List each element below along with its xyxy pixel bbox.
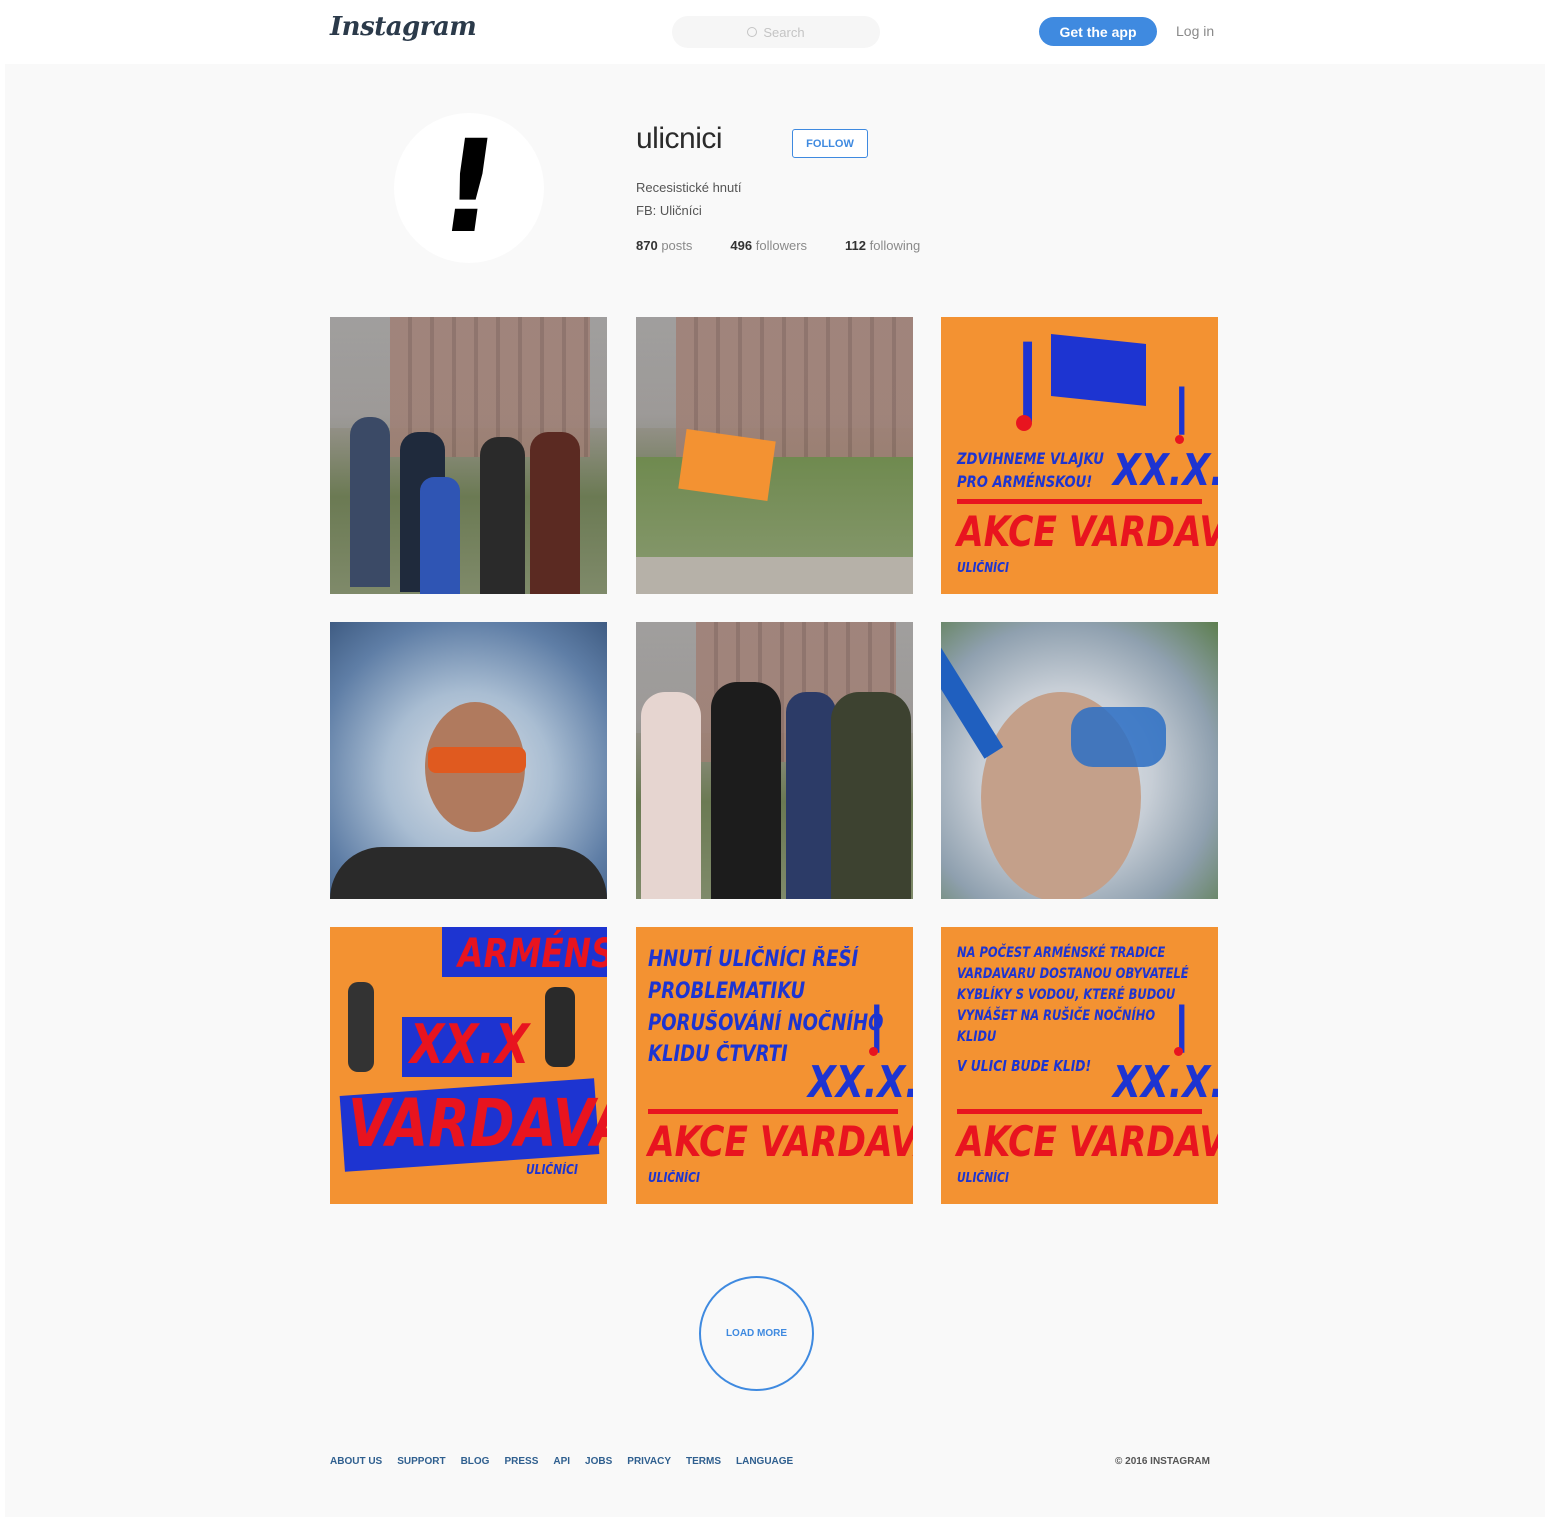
poster-text: KLIDU (957, 1029, 997, 1045)
profile-bio-line: FB: Uličníci (636, 203, 702, 218)
poster-brand: ULIČNÍCI (648, 1171, 700, 1186)
search-icon (747, 27, 758, 37)
exclamation-mark-logo: ! (429, 113, 509, 262)
footer-link-privacy[interactable]: PRIVACY (627, 1456, 671, 1467)
login-link[interactable]: Log in (1176, 23, 1214, 39)
exclamation-mark-icon: | (1013, 329, 1043, 422)
poster-text: VYNÁŠET NA RUŠIČE NOČNÍHO (957, 1008, 1156, 1024)
post-photo-flag-in-park[interactable] (636, 317, 913, 594)
poster-date: XX.X. (1113, 445, 1218, 496)
poster-text: PROBLEMATIKU (648, 979, 806, 1004)
instagram-logo[interactable]: Instagram (330, 12, 477, 42)
footer-link-terms[interactable]: TERMS (686, 1456, 721, 1467)
poster-date: XX.X (410, 1013, 530, 1076)
poster-text: KYBLÍKY S VODOU, KTERÉ BUDOU (957, 987, 1176, 1003)
post-poster-hnuti-ulicnici[interactable]: HNUTÍ ULIČNÍCI ŘEŠÍ PROBLEMATIKU PORUŠOV… (636, 927, 913, 1204)
footer-link-support[interactable]: SUPPORT (397, 1456, 445, 1467)
follow-button[interactable]: FOLLOW (792, 129, 868, 158)
poster-text: KLIDU ČTVRTI (648, 1042, 788, 1067)
posts-count: 870 posts (636, 238, 693, 253)
search-placeholder: Search (763, 24, 805, 40)
poster-text: V ULICI BUDE KLID! (957, 1057, 1092, 1075)
poster-brand: ULIČNÍCI (957, 561, 1009, 576)
poster-brand: ULIČNÍCI (526, 1163, 578, 1178)
post-poster-na-pocest-armenske-tradice[interactable]: NA POČEST ARMÉNSKÉ TRADICE VARDAVARU DOS… (941, 927, 1218, 1204)
poster-text: ARMÉNSKÁ (458, 931, 607, 977)
poster-date: XX.X. (808, 1057, 913, 1108)
post-poster-vardavar-flag[interactable]: | | ZDVIHNEME VLAJKU PRO ARMÉNSKOU! XX.X… (941, 317, 1218, 594)
footer-link-press[interactable]: PRESS (504, 1456, 538, 1467)
poster-text: PRO ARMÉNSKOU! (957, 472, 1093, 491)
post-poster-armenska-vardavar[interactable]: ARMÉNSKÁ XX.X VARDAVAR! ULIČNÍCI (330, 927, 607, 1204)
poster-text: HNUTÍ ULIČNÍCI ŘEŠÍ (648, 947, 859, 972)
poster-text: NA POČEST ARMÉNSKÉ TRADICE (957, 945, 1166, 961)
poster-text: VARDAVARU DOSTANOU OBYVATELÉ (957, 966, 1189, 982)
poster-text: ZDVIHNEME VLAJKU (957, 449, 1104, 468)
search-input[interactable]: Search (672, 16, 880, 48)
post-photo-people-outdoors[interactable] (330, 317, 607, 594)
poster-date: XX.X. (1113, 1057, 1218, 1108)
copyright-text: © 2016 INSTAGRAM (1115, 1456, 1210, 1467)
footer-link-language[interactable]: LANGUAGE (736, 1456, 793, 1467)
profile-stats: 870 posts 496 followers 112 following (636, 238, 958, 253)
footer-link-about-us[interactable]: ABOUT US (330, 1456, 382, 1467)
profile-username: ulicnici (636, 122, 723, 155)
post-photo-man-splashed-water[interactable] (330, 622, 607, 899)
following-count[interactable]: 112 following (845, 238, 920, 253)
profile-avatar: ! (394, 113, 544, 263)
footer-link-jobs[interactable]: JOBS (585, 1456, 612, 1467)
post-photo-snorkel-man-splash[interactable] (941, 622, 1218, 899)
load-more-button[interactable]: LOAD MORE (699, 1276, 814, 1391)
footer-link-blog[interactable]: BLOG (461, 1456, 490, 1467)
top-navigation-bar: Instagram Search Get the app Log in (0, 0, 1545, 64)
poster-headline: AKCE VARDAVAR! (957, 1117, 1218, 1166)
poster-brand: ULIČNÍCI (957, 1171, 1009, 1186)
footer-link-api[interactable]: API (553, 1456, 570, 1467)
blue-flag-graphic (1051, 334, 1146, 406)
footer-navigation: ABOUT US SUPPORT BLOG PRESS API JOBS PRI… (330, 1456, 808, 1467)
poster-headline: VARDAVAR! (348, 1085, 607, 1162)
poster-text: PORUŠOVÁNÍ NOČNÍHO (648, 1011, 884, 1036)
poster-headline: AKCE VARDAVAR! (648, 1117, 913, 1166)
followers-count[interactable]: 496 followers (730, 238, 807, 253)
get-the-app-button[interactable]: Get the app (1039, 17, 1157, 46)
poster-headline: AKCE VARDAVAR! (957, 507, 1218, 556)
profile-bio-line: Recesistické hnutí (636, 180, 742, 195)
post-photo-group-from-behind[interactable] (636, 622, 913, 899)
